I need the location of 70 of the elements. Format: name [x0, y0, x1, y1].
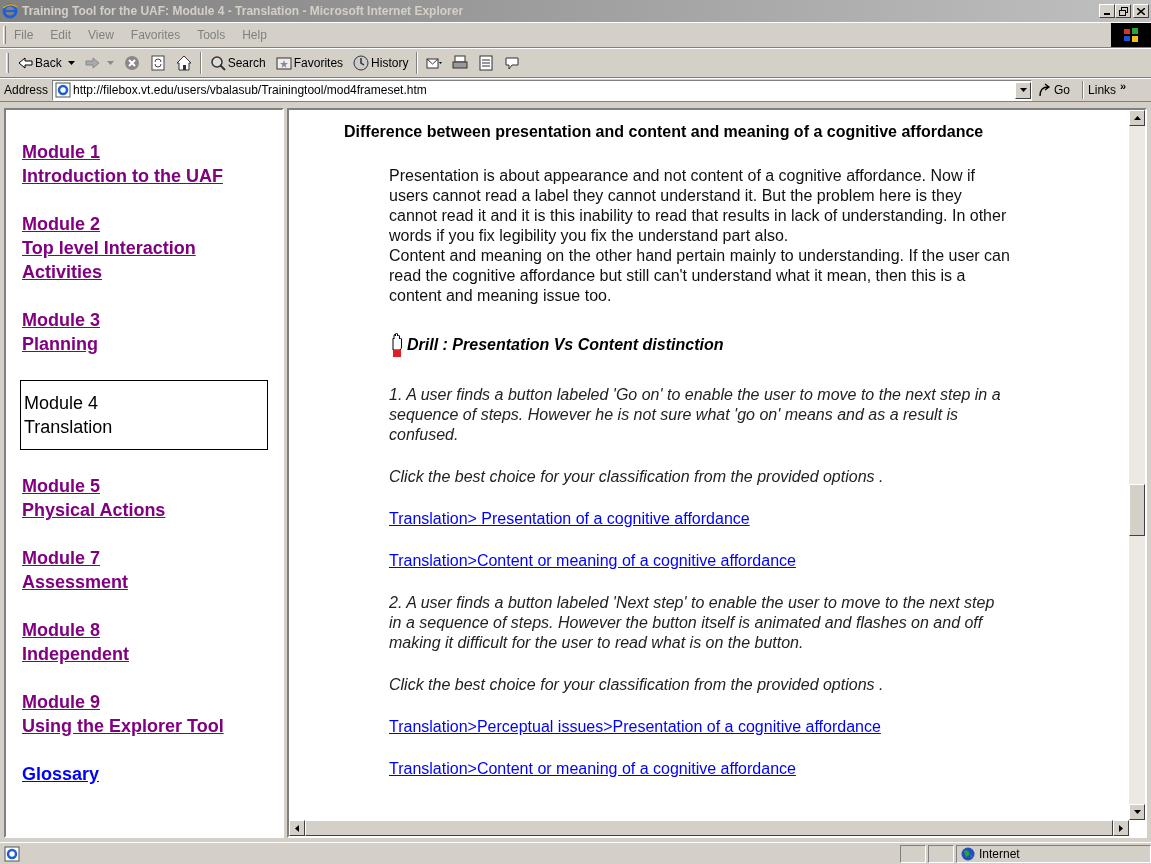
address-label: Address — [4, 82, 49, 99]
clock-icon — [353, 55, 370, 71]
answer-link[interactable]: Translation>Perceptual issues>Presentation of a cognitive affordance — [389, 718, 881, 735]
left-arrow-icon — [295, 824, 299, 832]
caret-icon — [1019, 88, 1027, 92]
restore-button[interactable] — [1115, 4, 1131, 18]
chevron-icon[interactable]: » — [1120, 81, 1127, 92]
back-arrow-icon — [17, 55, 33, 71]
answer-link[interactable]: Translation>Content or meaning of a cognitive affordance — [389, 552, 796, 569]
nav-link[interactable]: Module 7 Assessment — [22, 546, 129, 594]
links-button[interactable]: Links — [1088, 81, 1117, 99]
scroll-thumb[interactable] — [1129, 484, 1145, 536]
favorites-button[interactable]: Favorites — [273, 51, 346, 75]
printer-icon — [452, 55, 469, 71]
go-button[interactable]: Go — [1038, 81, 1071, 99]
up-arrow-icon — [1133, 116, 1141, 120]
home-icon — [175, 55, 192, 71]
minimize-icon — [1104, 13, 1110, 15]
dropdown-button[interactable] — [1015, 81, 1032, 99]
nav-link[interactable]: Module 9 Using the Explorer Tool — [22, 690, 224, 738]
refresh-icon — [149, 55, 166, 71]
nav-link[interactable]: Module 2 Top level Interaction Activities — [22, 212, 196, 284]
question-text: Click the best choice for your classification from the provided options . — [389, 467, 885, 487]
answer-link[interactable]: Translation> Presentation of a cognitive affordance — [389, 510, 750, 527]
answer-link[interactable]: Translation>Content or meaning of a cognitive affordance — [389, 760, 796, 777]
search-button[interactable]: Search — [207, 51, 268, 75]
stop-icon — [123, 55, 140, 71]
drill-title: Drill : Presentation Vs Content distinction — [407, 335, 724, 355]
nav-link[interactable]: Module 3 Planning — [22, 308, 100, 356]
scroll-left-button[interactable] — [289, 820, 305, 836]
right-arrow-icon — [1119, 824, 1123, 832]
question-text: Click the best choice for your classification from the provided options . — [389, 675, 885, 695]
window-title: Training Tool for the UAF: Module 4 - Translation - Microsoft Internet Explorer — [22, 3, 464, 20]
section-heading: Difference between presentation and content and meaning of a cognitive affordance — [344, 122, 985, 142]
caret-icon[interactable] — [67, 61, 75, 65]
status-pane — [900, 844, 926, 863]
browser-logo-icon — [2, 3, 18, 19]
nav-link[interactable]: Glossary — [22, 762, 100, 786]
scroll-down-button[interactable] — [1129, 804, 1145, 820]
forward-arrow-icon — [84, 55, 101, 71]
scroll-right-button[interactable] — [1113, 820, 1129, 836]
envelope-icon — [426, 55, 443, 71]
page-icon — [55, 82, 72, 98]
nav-link[interactable]: Module 1 Introduction to the UAF — [22, 140, 223, 188]
globe-icon — [961, 846, 975, 861]
back-button[interactable]: Back — [15, 51, 77, 75]
search-icon — [209, 55, 226, 71]
address-field[interactable]: http://filebox.vt.edu/users/vbalasub/Trainingtool/mod4frameset.htm — [52, 79, 1033, 101]
close-button[interactable] — [1133, 4, 1149, 18]
paragraph: Presentation is about appearance and not content of a cognitive affordance. Now if users cannot read a label they cannot understand it. But the problem here is they cannot read it and it is this inability to read that results in lack of understanding. In other words if you fix legibility you fix the understand part also. — [389, 166, 1008, 246]
nav-link[interactable]: Module 8 Independent — [22, 618, 129, 666]
current-module: Module 4 Translation — [20, 380, 268, 450]
vertical-scrollbar[interactable] — [1129, 110, 1145, 820]
down-arrow-icon — [1133, 810, 1141, 814]
nav-link[interactable]: Module 5 Physical Actions — [22, 474, 166, 522]
status-pane — [928, 844, 954, 863]
history-button[interactable]: History — [351, 51, 411, 75]
flag-icon — [1123, 28, 1139, 42]
question-text: 2. A user finds a button labeled 'Next step' to enable the user to move to the next step in a sequence of steps. However the button itself is animated and flashes on and off making it difficult for the user to read what is on the button. — [389, 593, 996, 653]
minimize-button[interactable] — [1099, 4, 1115, 18]
speech-bubble-icon — [504, 55, 521, 71]
star-folder-icon — [275, 55, 292, 71]
scroll-up-button[interactable] — [1129, 110, 1145, 126]
document-icon — [478, 55, 495, 71]
restore-icon — [1118, 6, 1128, 16]
page-icon — [4, 845, 20, 862]
question-text: 1. A user finds a button labeled 'Go on' to enable the user to move to the next step in a sequence of steps. However he is not sure what 'go on' means and as a result is confused. — [389, 385, 1002, 445]
close-icon — [1137, 7, 1145, 15]
paragraph: Content and meaning on the other hand pertain mainly to understanding. If the user can read the cognitive affordance but still can't understand what it mean, then this is a content and meaning issue too. — [389, 246, 1011, 306]
zone-label: Internet — [979, 845, 1020, 863]
